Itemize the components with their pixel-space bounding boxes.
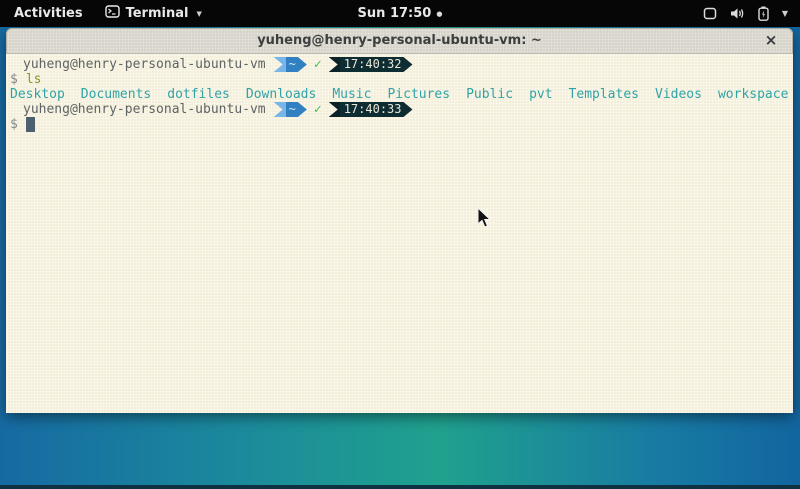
- prompt-time-segment: 17:40:32: [329, 57, 413, 72]
- desktop-background[interactable]: yuheng@henry-personal-ubuntu-vm: ~ × yuh…: [0, 27, 800, 489]
- prompt-symbol: $: [10, 117, 18, 132]
- volume-icon: [730, 7, 745, 20]
- clock-label: Sun 17:50: [358, 6, 432, 21]
- top-bar: Activities Terminal ▼ Sun 17:50 ●: [0, 0, 800, 27]
- check-icon: ✓: [314, 57, 322, 72]
- prompt-time-segment: 17:40:33: [329, 102, 413, 117]
- activities-button[interactable]: Activities: [0, 0, 97, 27]
- prompt-symbol: $: [10, 72, 18, 87]
- directory-name: Templates: [569, 87, 639, 102]
- window-titlebar[interactable]: yuheng@henry-personal-ubuntu-vm: ~ ×: [6, 28, 793, 54]
- command-text: ls: [26, 72, 42, 87]
- directory-name: Public: [466, 87, 513, 102]
- prompt-user: yuheng@henry-personal-ubuntu-vm: [23, 102, 266, 117]
- prompt-line: yuheng@henry-personal-ubuntu-vm ~ ✓ 17:4…: [10, 102, 793, 117]
- prompt-path-segment: ~: [274, 57, 307, 72]
- check-icon: ✓: [314, 102, 322, 117]
- directory-name: workspace: [718, 87, 788, 102]
- desktop-bottom-edge: [0, 485, 800, 489]
- directory-name: pvt: [529, 87, 552, 102]
- command-line: $ ls: [10, 72, 793, 87]
- chevron-down-icon: ▼: [196, 10, 201, 18]
- terminal-window: yuheng@henry-personal-ubuntu-vm: ~ × yuh…: [6, 28, 793, 413]
- directory-name: dotfiles: [167, 87, 230, 102]
- app-menu-label: Terminal: [126, 6, 189, 21]
- prompt-path-segment: ~: [274, 102, 307, 117]
- system-menu[interactable]: ▼: [691, 0, 800, 27]
- directory-name: Music: [332, 87, 371, 102]
- app-menu[interactable]: Terminal ▼: [97, 0, 210, 27]
- chevron-down-icon: ▼: [782, 9, 788, 18]
- prompt-line: yuheng@henry-personal-ubuntu-vm ~ ✓ 17:4…: [10, 57, 793, 72]
- screen-icon: [703, 7, 717, 20]
- prompt-user: yuheng@henry-personal-ubuntu-vm: [23, 57, 266, 72]
- directory-name: Videos: [655, 87, 702, 102]
- close-icon[interactable]: ×: [760, 29, 782, 53]
- topbar-left: Activities Terminal ▼: [0, 0, 210, 27]
- directory-name: Downloads: [246, 87, 316, 102]
- terminal-icon: [105, 5, 120, 22]
- text-cursor: [26, 117, 35, 132]
- directory-name: Documents: [81, 87, 151, 102]
- notification-dot-icon: ●: [436, 10, 442, 18]
- directory-name: Desktop: [10, 87, 65, 102]
- directory-name: Pictures: [387, 87, 450, 102]
- ls-output-line: Desktop Documents dotfiles Downloads Music Pi…: [10, 87, 793, 102]
- clock-button[interactable]: Sun 17:50 ●: [358, 6, 443, 21]
- battery-charging-icon: [758, 6, 769, 21]
- terminal-content[interactable]: yuheng@henry-personal-ubuntu-vm ~ ✓ 17:4…: [6, 54, 793, 413]
- input-line: $: [10, 117, 793, 132]
- window-title: yuheng@henry-personal-ubuntu-vm: ~: [257, 33, 542, 48]
